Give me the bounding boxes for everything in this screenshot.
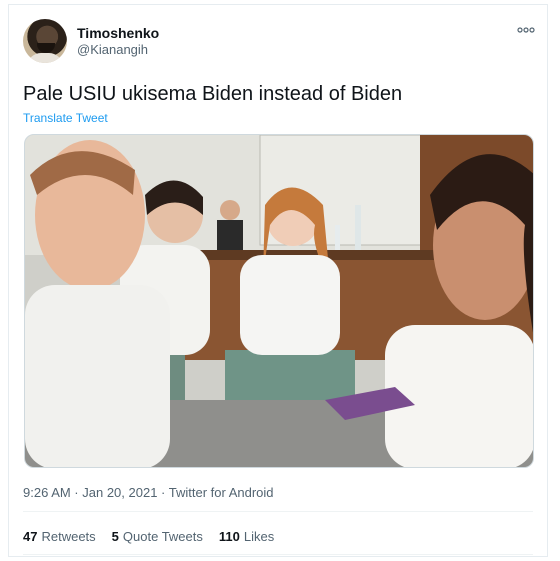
retweets-stat[interactable]: 47 Retweets xyxy=(23,529,96,544)
tweet-header: Timoshenko @Kianangih xyxy=(23,17,535,63)
divider xyxy=(23,511,533,512)
tweet-timestamp[interactable]: 9:26 AM · Jan 20, 2021 · Twitter for And… xyxy=(23,485,274,500)
user-handle[interactable]: @Kianangih xyxy=(77,41,159,58)
retweets-label: Retweets xyxy=(41,529,96,544)
display-name[interactable]: Timoshenko xyxy=(77,25,159,41)
quote-count: 5 xyxy=(111,529,119,544)
tweet-card: Timoshenko @Kianangih Pale USIU ukisema … xyxy=(8,4,548,557)
classroom-photo xyxy=(25,135,533,467)
more-icon[interactable] xyxy=(517,25,535,35)
tweet-image[interactable] xyxy=(24,134,534,468)
likes-label: Likes xyxy=(243,529,275,544)
quote-label: Quote Tweets xyxy=(122,529,203,544)
tweet-stats: 47 Retweets 5 Quote Tweets 110 Likes xyxy=(23,529,274,544)
retweets-count: 47 xyxy=(23,529,38,544)
quote-tweets-stat[interactable]: 5 Quote Tweets xyxy=(112,529,203,544)
avatar[interactable] xyxy=(23,19,67,63)
translate-tweet-link[interactable]: Translate Tweet xyxy=(23,111,108,125)
tweet-text: Pale USIU ukisema Biden instead of Biden xyxy=(23,83,403,105)
likes-count: 110 xyxy=(218,529,240,544)
divider xyxy=(23,554,533,555)
likes-stat[interactable]: 110 Likes xyxy=(219,529,274,544)
author-names[interactable]: Timoshenko @Kianangih xyxy=(77,25,159,58)
